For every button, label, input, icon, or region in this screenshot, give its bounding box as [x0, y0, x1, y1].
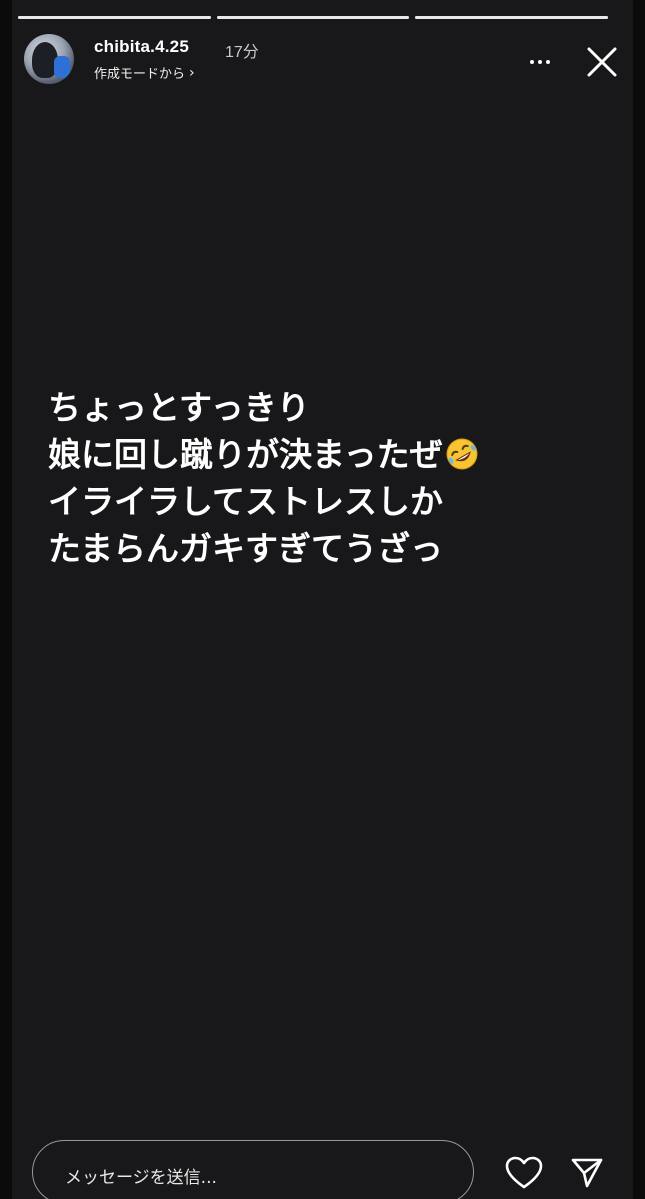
- avatar[interactable]: [24, 34, 74, 84]
- chevron-right-icon: ›: [189, 64, 195, 81]
- frame-edge: [633, 0, 645, 1199]
- share-button[interactable]: [570, 1156, 604, 1190]
- story-caption: ちょっとすっきり 娘に回し蹴りが決まったぜ イライラしてストレスしか たまらんガ…: [48, 384, 608, 572]
- message-placeholder: メッセージを送信...: [65, 1168, 217, 1188]
- more-horizontal-icon: [530, 60, 534, 64]
- username[interactable]: chibita.4.25: [94, 37, 189, 57]
- progress-segment: [216, 16, 410, 19]
- heart-icon: [505, 1156, 543, 1189]
- timestamp: 17分: [225, 44, 259, 61]
- progress-segment: [415, 16, 609, 19]
- more-options-button[interactable]: [522, 50, 558, 74]
- close-icon: [587, 47, 617, 77]
- story-footer: メッセージを送信...: [0, 1120, 645, 1199]
- like-button[interactable]: [505, 1156, 543, 1190]
- caption-line: 娘に回し蹴りが決まったぜ: [48, 431, 608, 478]
- story-header: chibita.4.25 17分 作成モードから ›: [24, 34, 624, 90]
- close-button[interactable]: [584, 44, 620, 80]
- caption-line: たまらんガキすぎてうざっ: [48, 529, 444, 568]
- story-progress: [18, 16, 609, 20]
- created-from-label: 作成モードから: [94, 67, 186, 82]
- story-viewer: chibita.4.25 17分 作成モードから › ちょっとすっきり 娘に回し…: [0, 0, 645, 1199]
- caption-line-text: 娘に回し蹴りが決まったぜ: [48, 435, 443, 474]
- caption-line: ちょっとすっきり: [48, 388, 310, 427]
- created-from-link[interactable]: 作成モードから ›: [94, 63, 195, 83]
- message-input[interactable]: メッセージを送信...: [32, 1140, 474, 1199]
- send-icon: [571, 1158, 603, 1188]
- progress-segment: [18, 16, 211, 19]
- frame-edge: [0, 0, 12, 1199]
- rolling-on-floor-laughing-emoji: [446, 438, 478, 470]
- caption-line: イライラしてストレスしか: [48, 482, 444, 521]
